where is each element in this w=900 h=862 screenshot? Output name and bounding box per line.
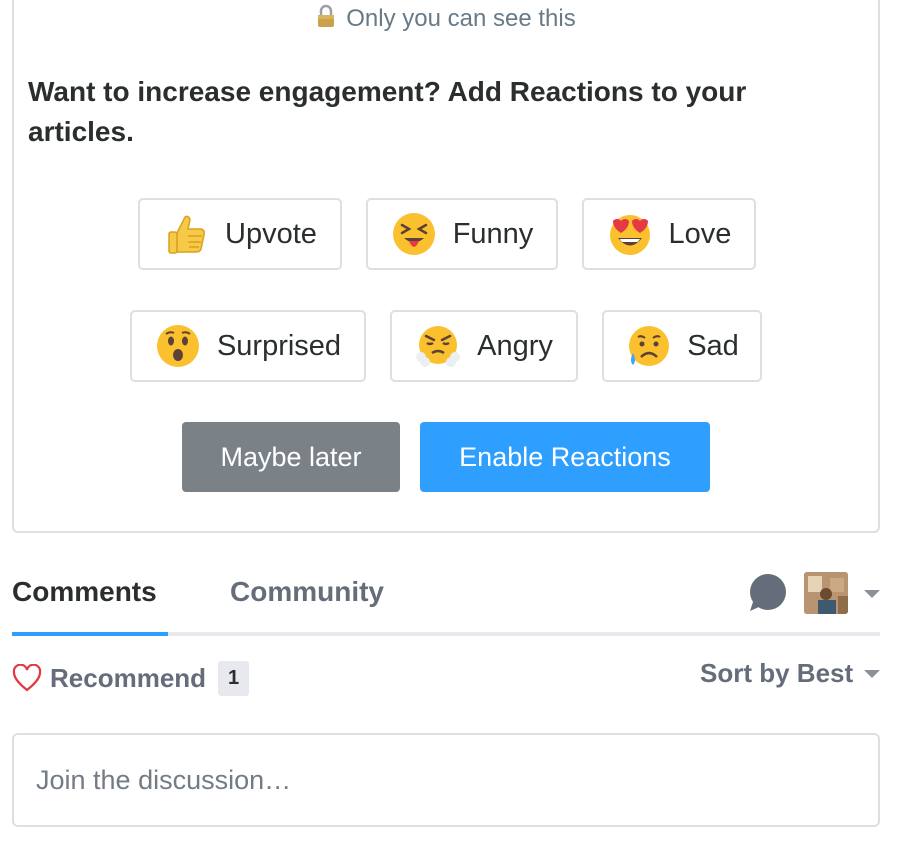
- sad-tear-face-icon: [629, 326, 670, 366]
- recommend-count-badge: 1: [218, 660, 250, 696]
- tab-community[interactable]: Community: [230, 576, 384, 608]
- maybe-later-button[interactable]: Maybe later: [182, 422, 400, 492]
- active-tab-indicator: [12, 632, 168, 636]
- reaction-surprised[interactable]: Surprised: [130, 310, 366, 382]
- reaction-label: Surprised: [216, 329, 342, 362]
- reactions-promo-panel: Only you can see this Want to increase e…: [12, 0, 880, 533]
- heart-icon: [12, 664, 42, 692]
- reaction-upvote[interactable]: Upvote: [138, 198, 342, 270]
- sort-dropdown[interactable]: Sort by Best: [700, 658, 853, 689]
- reaction-love[interactable]: Love: [582, 198, 756, 270]
- reaction-sad[interactable]: Sad: [602, 310, 762, 382]
- reaction-label: Angry: [477, 329, 553, 362]
- privacy-note: Only you can see this: [14, 4, 878, 33]
- surprised-face-icon: [156, 325, 199, 367]
- tab-comments[interactable]: Comments: [12, 576, 157, 608]
- recommend-button[interactable]: Recommend 1: [12, 660, 250, 696]
- notification-bubble-icon[interactable]: [747, 572, 787, 612]
- reaction-angry[interactable]: Angry: [390, 310, 578, 382]
- avatar[interactable]: [804, 572, 848, 614]
- sort-chevron-down-icon[interactable]: [864, 670, 880, 678]
- enable-reactions-button[interactable]: Enable Reactions: [420, 422, 710, 492]
- reaction-label: Upvote: [225, 217, 317, 250]
- angry-face-icon: [416, 326, 461, 367]
- avatar-photo: [804, 572, 848, 614]
- comment-input[interactable]: [36, 759, 836, 801]
- user-menu-chevron-down-icon[interactable]: [864, 590, 880, 598]
- lock-icon: [318, 4, 335, 27]
- reaction-label: Love: [668, 217, 732, 250]
- promo-headline: Want to increase engagement? Add Reactio…: [28, 76, 747, 147]
- recommend-label: Recommend: [50, 662, 207, 693]
- privacy-note-text: Only you can see this: [346, 5, 576, 32]
- reaction-funny[interactable]: Funny: [366, 198, 558, 270]
- comment-tabs: Comments Community: [12, 560, 880, 636]
- laughing-tongue-icon: [392, 213, 435, 255]
- reaction-label: Sad: [687, 329, 739, 362]
- heart-eyes-icon: [609, 215, 650, 255]
- reaction-label: Funny: [452, 217, 534, 250]
- comment-composer: [12, 733, 880, 827]
- thumbs-up-icon: [168, 215, 205, 254]
